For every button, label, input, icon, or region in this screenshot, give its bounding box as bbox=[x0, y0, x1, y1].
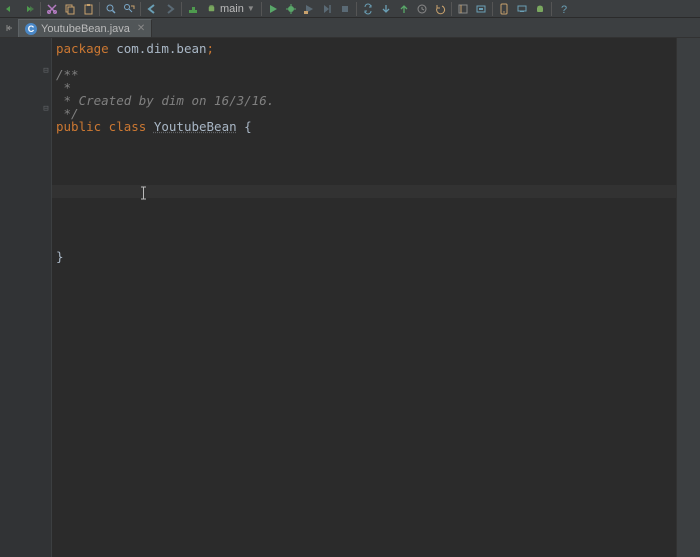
undo-icon[interactable] bbox=[2, 1, 20, 17]
toolbar-separator bbox=[451, 2, 452, 16]
paste-icon[interactable] bbox=[79, 1, 97, 17]
editor-tabstrip: C YoutubeBean.java ✕ bbox=[0, 18, 700, 38]
package-name: com.dim.bean bbox=[109, 41, 207, 56]
code-editor[interactable]: package com.dim.bean; /** * * Created by… bbox=[52, 38, 676, 557]
forward-icon[interactable] bbox=[161, 1, 179, 17]
build-icon[interactable] bbox=[184, 1, 202, 17]
run-configuration-dropdown[interactable]: main ▼ bbox=[202, 1, 259, 17]
vcs-commit-icon[interactable] bbox=[395, 1, 413, 17]
toolbar-separator bbox=[261, 2, 262, 16]
toolbar-separator bbox=[356, 2, 357, 16]
toolbar-separator bbox=[140, 2, 141, 16]
error-stripe[interactable] bbox=[676, 38, 688, 557]
sync-icon[interactable] bbox=[359, 1, 377, 17]
vcs-revert-icon[interactable] bbox=[431, 1, 449, 17]
cut-icon[interactable] bbox=[43, 1, 61, 17]
stop-icon[interactable] bbox=[336, 1, 354, 17]
toolbar-separator bbox=[551, 2, 552, 16]
project-structure-icon[interactable] bbox=[454, 1, 472, 17]
toolbar-separator bbox=[181, 2, 182, 16]
toolbar-separator bbox=[99, 2, 100, 16]
find-icon[interactable] bbox=[102, 1, 120, 17]
fold-marker-icon[interactable]: ⊟ bbox=[42, 105, 50, 113]
keyword: public bbox=[56, 119, 101, 134]
attach-debugger-icon[interactable] bbox=[318, 1, 336, 17]
keyword: class bbox=[101, 119, 154, 134]
debug-icon[interactable] bbox=[282, 1, 300, 17]
semicolon: ; bbox=[207, 41, 215, 56]
javadoc-line: * Created by dim on 16/3/16. bbox=[56, 93, 274, 108]
android-icon[interactable] bbox=[531, 1, 549, 17]
fold-marker-icon[interactable]: ⊟ bbox=[42, 67, 50, 75]
toolbar-separator bbox=[492, 2, 493, 16]
close-tab-icon[interactable]: ✕ bbox=[137, 23, 145, 34]
sdk-manager-icon[interactable] bbox=[472, 1, 490, 17]
redo-icon[interactable] bbox=[20, 1, 38, 17]
editor-area: ⊟ ⊟ package com.dim.bean; /** * * Create… bbox=[0, 38, 700, 557]
java-class-icon: C bbox=[25, 23, 37, 35]
vcs-update-icon[interactable] bbox=[377, 1, 395, 17]
chevron-down-icon: ▼ bbox=[247, 4, 255, 13]
vertical-scrollbar[interactable] bbox=[688, 38, 700, 557]
vcs-history-icon[interactable] bbox=[413, 1, 431, 17]
tab-youtubebean[interactable]: C YoutubeBean.java ✕ bbox=[18, 19, 152, 37]
current-line-highlight bbox=[52, 185, 676, 198]
android-icon bbox=[206, 3, 217, 14]
editor-gutter[interactable]: ⊟ ⊟ bbox=[0, 38, 52, 557]
avd-manager-icon[interactable] bbox=[495, 1, 513, 17]
coverage-icon[interactable] bbox=[300, 1, 318, 17]
android-monitor-icon[interactable] bbox=[513, 1, 531, 17]
close-brace: } bbox=[56, 249, 64, 264]
toolbar-separator bbox=[40, 2, 41, 16]
main-toolbar: main ▼ bbox=[0, 0, 700, 18]
tab-filename: YoutubeBean.java bbox=[41, 23, 130, 35]
class-name: YoutubeBean bbox=[154, 119, 237, 134]
back-icon[interactable] bbox=[143, 1, 161, 17]
keyword: package bbox=[56, 41, 109, 56]
run-config-label: main bbox=[220, 3, 244, 15]
run-icon[interactable] bbox=[264, 1, 282, 17]
replace-icon[interactable] bbox=[120, 1, 138, 17]
svg-text:?: ? bbox=[561, 4, 567, 15]
copy-icon[interactable] bbox=[61, 1, 79, 17]
help-icon[interactable]: ? bbox=[554, 1, 572, 17]
tab-nav-left-icon[interactable] bbox=[2, 19, 18, 37]
open-brace: { bbox=[237, 119, 252, 134]
